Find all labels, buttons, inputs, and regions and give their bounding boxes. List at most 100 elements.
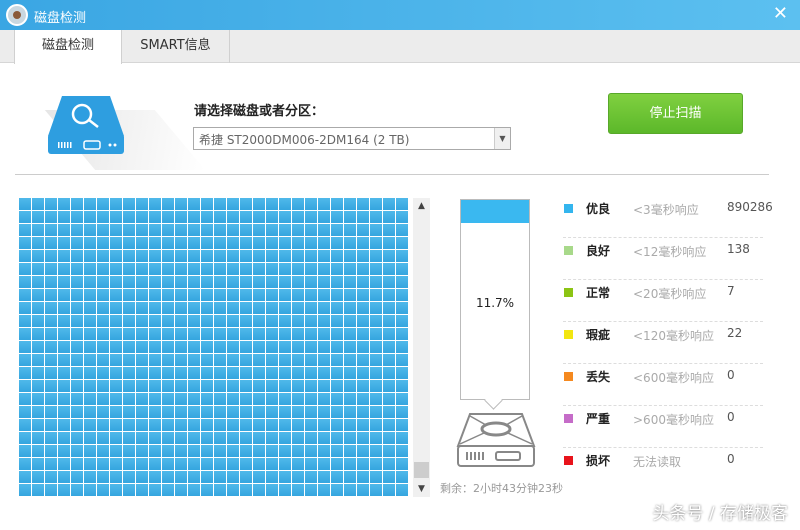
- block-cell: [292, 250, 304, 262]
- block-cell: [331, 484, 343, 496]
- block-cell: [32, 237, 44, 249]
- block-cell: [84, 237, 96, 249]
- tab-disk-check[interactable]: 磁盘检测: [14, 30, 122, 64]
- close-icon[interactable]: ✕: [773, 3, 788, 24]
- block-cell: [71, 315, 83, 327]
- block-cell: [162, 445, 174, 457]
- block-cell: [305, 250, 317, 262]
- stop-scan-button[interactable]: 停止扫描: [608, 93, 743, 134]
- block-cell: [58, 484, 70, 496]
- block-cell: [253, 471, 265, 483]
- block-cell: [201, 263, 213, 275]
- block-cell: [214, 250, 226, 262]
- block-cell: [318, 302, 330, 314]
- chevron-down-icon[interactable]: ▼: [494, 128, 510, 149]
- block-cell: [84, 484, 96, 496]
- block-cell: [292, 484, 304, 496]
- block-cell: [240, 237, 252, 249]
- block-cell: [188, 315, 200, 327]
- legend-swatch: [564, 414, 573, 423]
- block-cell: [292, 237, 304, 249]
- block-cell: [162, 224, 174, 236]
- block-cell: [71, 276, 83, 288]
- block-map-scrollbar[interactable]: ▲ ▼: [413, 198, 430, 497]
- block-cell: [318, 484, 330, 496]
- block-cell: [266, 484, 278, 496]
- block-cell: [279, 354, 291, 366]
- block-cell: [344, 276, 356, 288]
- block-cell: [71, 380, 83, 392]
- block-cell: [266, 380, 278, 392]
- block-cell: [292, 263, 304, 275]
- block-cell: [383, 458, 395, 470]
- block-cell: [396, 250, 408, 262]
- block-cell: [45, 289, 57, 301]
- block-cell: [19, 315, 31, 327]
- block-cell: [84, 393, 96, 405]
- block-cell: [45, 224, 57, 236]
- scroll-down-icon[interactable]: ▼: [413, 481, 430, 497]
- block-cell: [32, 302, 44, 314]
- block-cell: [383, 289, 395, 301]
- scroll-up-icon[interactable]: ▲: [413, 198, 430, 214]
- block-cell: [45, 458, 57, 470]
- block-cell: [305, 445, 317, 457]
- progress-gauge: 11.7%: [460, 199, 530, 400]
- block-cell: [19, 328, 31, 340]
- block-cell: [305, 393, 317, 405]
- block-cell: [110, 289, 122, 301]
- block-cell: [357, 458, 369, 470]
- block-cell: [227, 276, 239, 288]
- block-cell: [123, 406, 135, 418]
- block-cell: [58, 393, 70, 405]
- block-cell: [71, 419, 83, 431]
- block-cell: [136, 484, 148, 496]
- block-cell: [110, 484, 122, 496]
- block-cell: [357, 315, 369, 327]
- block-cell: [45, 471, 57, 483]
- block-cell: [110, 341, 122, 353]
- block-cell: [214, 328, 226, 340]
- block-cell: [357, 289, 369, 301]
- block-cell: [266, 458, 278, 470]
- disk-select-dropdown[interactable]: 希捷 ST2000DM006-2DM164 (2 TB) ▼: [193, 127, 511, 150]
- block-cell: [344, 354, 356, 366]
- block-cell: [58, 263, 70, 275]
- block-cell: [175, 419, 187, 431]
- legend-count: 0: [727, 452, 735, 466]
- block-cell: [344, 367, 356, 379]
- block-cell: [123, 328, 135, 340]
- block-cell: [97, 393, 109, 405]
- block-cell: [357, 198, 369, 210]
- block-cell: [266, 250, 278, 262]
- block-cell: [19, 432, 31, 444]
- block-cell: [331, 367, 343, 379]
- block-cell: [344, 458, 356, 470]
- block-cell: [253, 484, 265, 496]
- block-cell: [305, 302, 317, 314]
- tab-smart-info[interactable]: SMART信息: [121, 30, 230, 63]
- block-cell: [227, 419, 239, 431]
- block-cell: [292, 445, 304, 457]
- block-cell: [123, 198, 135, 210]
- block-cell: [136, 224, 148, 236]
- scroll-thumb[interactable]: [414, 462, 429, 478]
- block-cell: [396, 211, 408, 223]
- block-cell: [370, 263, 382, 275]
- block-cell: [344, 315, 356, 327]
- block-cell: [396, 276, 408, 288]
- block-cell: [97, 432, 109, 444]
- block-cell: [32, 445, 44, 457]
- block-cell: [58, 250, 70, 262]
- block-cell: [214, 484, 226, 496]
- block-cell: [136, 445, 148, 457]
- block-cell: [84, 380, 96, 392]
- block-cell: [84, 302, 96, 314]
- block-cell: [227, 393, 239, 405]
- block-cell: [240, 380, 252, 392]
- block-cell: [344, 432, 356, 444]
- block-cell: [188, 484, 200, 496]
- legend: 优良 <3毫秒响应 890286 良好 <12毫秒响应 138 正常 <20毫秒…: [563, 196, 773, 490]
- block-cell: [331, 458, 343, 470]
- block-cell: [344, 341, 356, 353]
